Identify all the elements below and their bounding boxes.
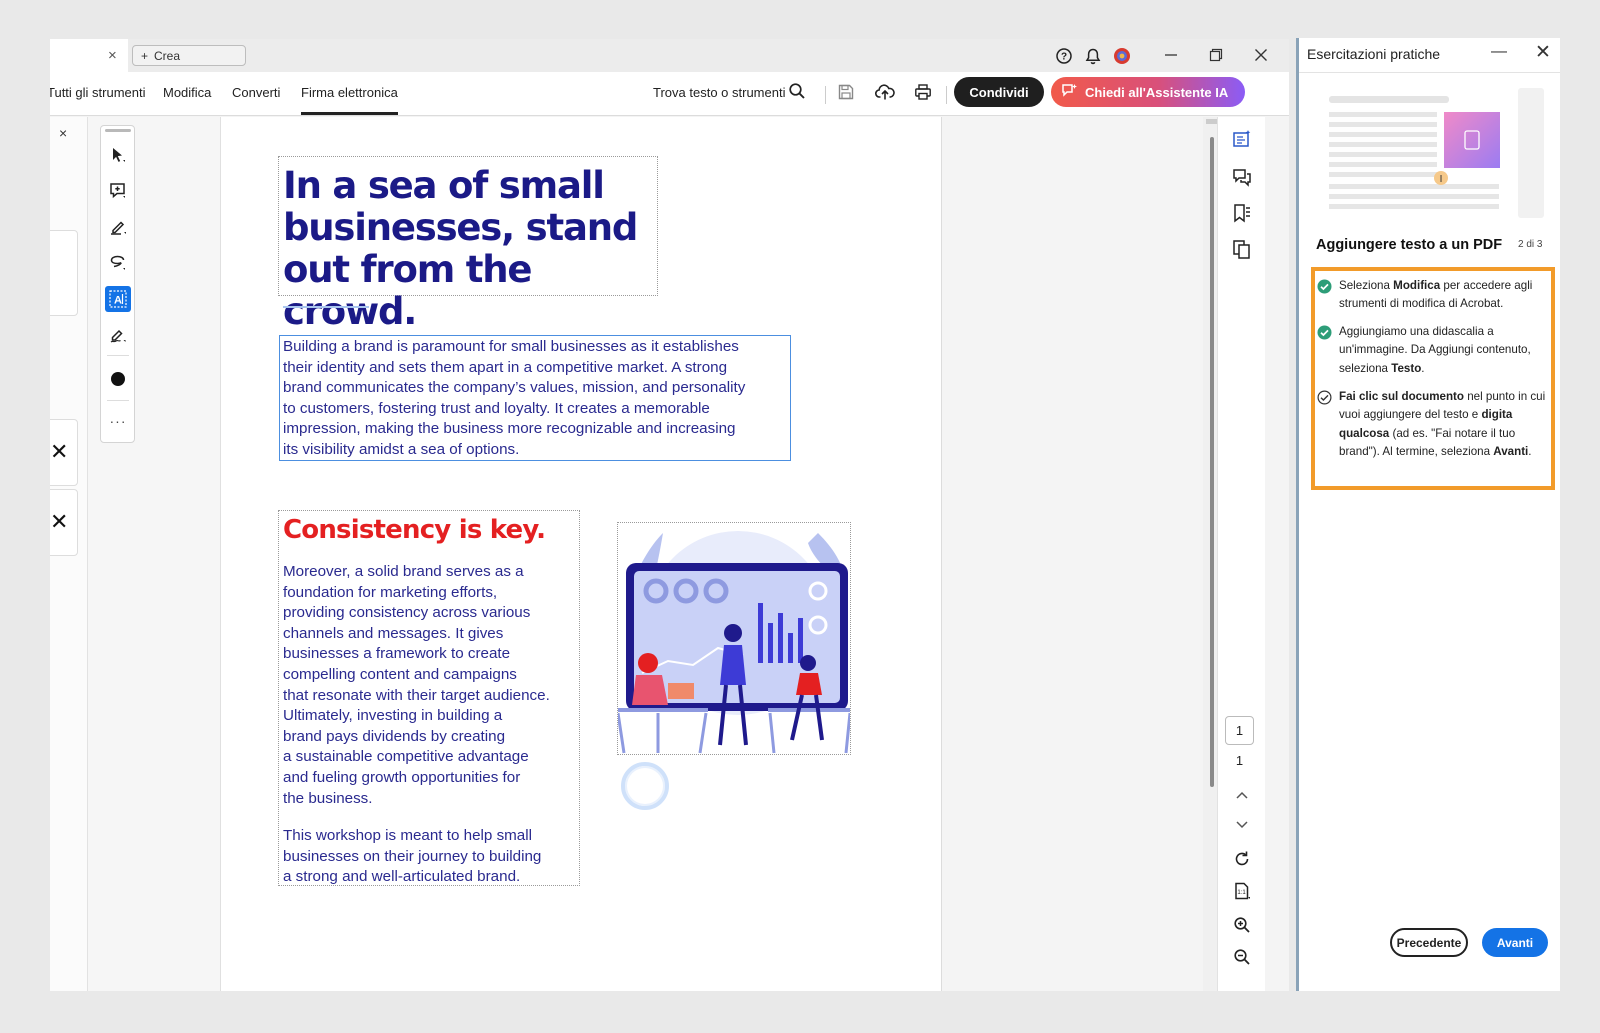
step-pending-icon [1317, 390, 1333, 462]
next-page-icon[interactable] [1230, 813, 1254, 837]
right-tools-rail: 1 1 1:1 [1217, 117, 1265, 991]
acrobat-window: × + Crea ? Tutti gli strumenti Modifica … [50, 39, 1289, 991]
step-complete-icon [1317, 279, 1333, 314]
menu-e-sign[interactable]: Firma elettronica [301, 85, 398, 100]
sign-icon[interactable] [105, 322, 131, 348]
zoom-out-icon[interactable] [1230, 945, 1254, 969]
lesson-thumbnail: I [1329, 88, 1525, 220]
left-panel-card [50, 230, 78, 316]
step-complete-icon [1317, 325, 1333, 378]
color-picker-icon[interactable] [105, 366, 131, 392]
close-window-button[interactable] [1246, 43, 1276, 67]
search-icon[interactable] [788, 82, 806, 105]
heading-underline [283, 306, 369, 308]
section-heading[interactable]: Consistency is key. [283, 515, 546, 545]
cloud-upload-icon[interactable] [875, 83, 895, 106]
find-tools-label[interactable]: Trova testo o strumenti [653, 85, 785, 100]
ai-assistant-icon [1061, 83, 1079, 102]
title-divider [1299, 72, 1560, 73]
business-dashboard-illustration [618, 531, 850, 754]
step-text: Aggiungiamo una didascalia a un'immagine… [1339, 325, 1531, 375]
save-icon[interactable] [837, 83, 855, 106]
plus-icon: + [141, 48, 149, 63]
next-lesson-thumbnail[interactable] [1518, 88, 1544, 218]
left-panel: × ✕ ✕ [50, 117, 88, 991]
svg-text:I: I [1440, 174, 1443, 185]
svg-text:A: A [114, 295, 122, 307]
menu-edit[interactable]: Modifica [163, 85, 211, 100]
step-text: Seleziona Modifica per accedere agli str… [1339, 279, 1533, 311]
add-comment-icon[interactable] [105, 178, 131, 204]
highlight-pen-icon[interactable] [105, 214, 131, 240]
create-label: Crea [154, 48, 181, 63]
quick-tools-toolbar: A ··· [100, 125, 135, 443]
draw-freehand-icon[interactable] [105, 250, 131, 276]
tool-divider [107, 400, 129, 401]
restore-button[interactable] [1201, 43, 1231, 67]
zoom-in-icon[interactable] [1230, 913, 1254, 937]
next-button[interactable]: Avanti [1482, 928, 1548, 957]
comments-icon[interactable] [1230, 165, 1254, 189]
more-tools-icon[interactable]: ··· [105, 408, 131, 434]
tab-close-icon[interactable]: × [108, 47, 117, 64]
drag-handle[interactable] [105, 129, 131, 132]
add-text-box-icon[interactable]: A [105, 286, 131, 312]
select-tool-icon[interactable] [105, 142, 131, 168]
lesson-step: Fai clic sul documento nel punto in cui … [1317, 388, 1549, 462]
rotate-icon[interactable] [1230, 847, 1254, 871]
share-button[interactable]: Condividi [954, 77, 1044, 107]
document-illustration[interactable] [617, 522, 851, 755]
bookmarks-icon[interactable] [1230, 201, 1254, 225]
ai-assistant-label: Chiedi all'Assistente IA [1085, 84, 1229, 100]
total-pages: 1 [1235, 753, 1244, 768]
profile-avatar[interactable] [1112, 46, 1132, 66]
create-button[interactable]: + Crea [132, 45, 246, 66]
body-paragraph[interactable]: Moreover, a solid brand serves as a foun… [283, 562, 583, 809]
minimize-button[interactable] [1156, 43, 1186, 67]
lesson-step: Aggiungiamo una didascalia a un'immagine… [1317, 323, 1549, 378]
step-text: Fai clic sul documento nel punto in cui … [1339, 390, 1546, 459]
menu-all-tools[interactable]: Tutti gli strumenti [50, 85, 146, 100]
minimize-tutorial-button[interactable]: — [1491, 43, 1507, 61]
pdf-page[interactable]: In a sea of small businesses, stand out … [221, 117, 942, 991]
click-indicator [621, 762, 669, 810]
closing-paragraph[interactable]: This workshop is meant to help small bus… [283, 826, 583, 888]
toolbar-divider [946, 86, 947, 104]
tutorial-window: Esercitazioni pratiche — ✕ I Aggiungere … [1296, 38, 1560, 991]
scrollbar-thumb[interactable] [1210, 137, 1214, 787]
previous-button[interactable]: Precedente [1390, 928, 1468, 957]
previous-page-icon[interactable] [1230, 783, 1254, 807]
tutorial-window-title: Esercitazioni pratiche [1307, 46, 1441, 62]
document-tab[interactable]: × [50, 39, 128, 72]
document-viewer: In a sea of small businesses, stand out … [221, 117, 1221, 991]
intro-paragraph[interactable]: Building a brand is paramount for small … [283, 337, 795, 461]
close-left-panel-icon[interactable]: × [59, 125, 67, 141]
fit-page-icon[interactable]: 1:1 [1230, 879, 1254, 903]
dismiss-card-icon[interactable]: ✕ [50, 509, 68, 535]
ai-assistant-button[interactable]: Chiedi all'Assistente IA [1051, 77, 1245, 107]
current-page-input[interactable]: 1 [1225, 716, 1254, 745]
ai-summary-icon[interactable] [1230, 127, 1254, 151]
toolbar-divider [825, 86, 826, 104]
lesson-step: Seleziona Modifica per accedere agli str… [1317, 277, 1549, 314]
quick-tools-panel: A ··· [88, 117, 221, 991]
page-thumbnails-icon[interactable] [1230, 237, 1254, 261]
title-bar: × + Crea ? [50, 39, 1289, 72]
lesson-title: Aggiungere testo a un PDF [1316, 237, 1503, 253]
help-icon[interactable]: ? [1054, 46, 1074, 66]
lesson-steps-highlight: Seleziona Modifica per accedere agli str… [1311, 267, 1555, 490]
close-tutorial-button[interactable]: ✕ [1535, 41, 1551, 64]
bell-icon[interactable] [1083, 46, 1103, 66]
print-icon[interactable] [914, 83, 932, 106]
main-toolbar: Tutti gli strumenti Modifica Converti Fi… [50, 72, 1289, 116]
dismiss-card-icon[interactable]: ✕ [50, 439, 68, 465]
menu-convert[interactable]: Converti [232, 85, 280, 100]
svg-text:1:1: 1:1 [1237, 890, 1246, 896]
lesson-progress: 2 di 3 [1518, 239, 1543, 250]
svg-text:?: ? [1061, 52, 1067, 63]
tool-divider [107, 355, 129, 356]
active-menu-indicator [301, 112, 398, 115]
